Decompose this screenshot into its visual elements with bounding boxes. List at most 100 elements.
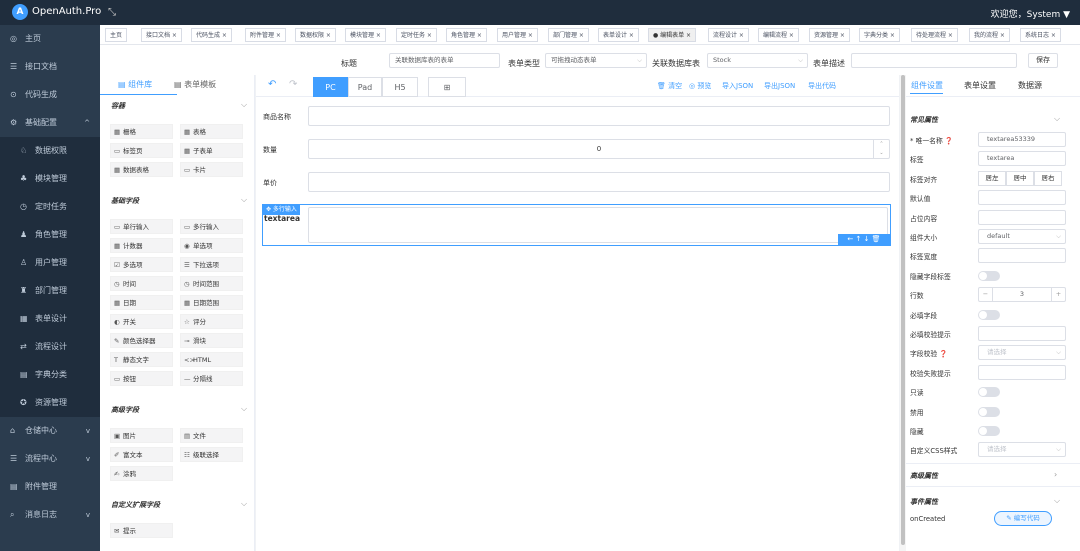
import-json-button[interactable]: 导入JSON [722,81,753,91]
prop-toggle[interactable] [978,426,1000,436]
tab-item[interactable]: 角色管理 × [446,28,487,42]
stepper-arrows-icon[interactable]: ⌃ ⌄ [873,140,889,158]
sidebar-item[interactable]: ⚙ 基础配置 ^ [0,109,100,137]
palette-item[interactable]: ◉ 单选项 [180,238,243,253]
minus-icon[interactable]: − [979,288,993,302]
device-pad-button[interactable]: Pad [348,77,382,97]
tab-item[interactable]: ● 编辑表单 × [648,28,697,42]
sidebar-item[interactable]: ♘ 数据权限 [0,137,100,165]
palette-item[interactable]: ⊸ 滑块 [180,333,243,348]
palette-item[interactable]: ▭ 多行输入 [180,219,243,234]
tab-item[interactable]: 编辑流程 × [758,28,799,42]
prop-toggle[interactable] [978,406,1000,417]
tab-item[interactable]: 附件管理 × [245,28,286,42]
export-json-button[interactable]: 导出JSON [764,81,795,91]
palette-item[interactable]: ☆ 评分 [180,314,243,329]
prop-select[interactable]: 请选择 ⌵ [978,345,1066,361]
palette-item[interactable]: ◷ 时间范围 [180,276,243,291]
sidebar-item[interactable]: ☰ 接口文档 [0,53,100,81]
prop-input[interactable] [978,209,1066,225]
sidebar-item[interactable]: ⌕ 消息日志 v [0,501,100,529]
textarea-input[interactable] [308,207,888,243]
sidebar-item[interactable]: ♜ 部门管理 [0,277,100,305]
chevron-down-icon[interactable]: ⌵ [1054,114,1060,124]
palette-item[interactable]: ▦ 子表单 [180,143,243,158]
chevron-down-icon[interactable]: ⌵ [1054,496,1060,506]
palette-item[interactable]: ☷ 级联选择 [180,447,243,462]
palette-item[interactable]: ◐ 开关 [110,314,173,329]
tab-item[interactable]: 表单设计 × [598,28,639,42]
palette-item[interactable]: ▭ 标签页 [110,143,173,158]
prop-input[interactable] [978,190,1066,206]
field-input-price[interactable] [308,172,890,192]
palette-item[interactable]: T 静态文字 [110,352,173,367]
palette-item[interactable]: ▤ 文件 [180,428,243,443]
palette-item[interactable]: ▭ 按钮 [110,371,173,386]
sidebar-item[interactable]: ☰ 流程中心 v [0,445,100,473]
tab-item[interactable]: 我的流程 × [969,28,1010,42]
palette-item[interactable]: ✐ 富文本 [110,447,173,462]
prop-input[interactable]: textarea [978,151,1066,167]
sidebar-item[interactable]: ♟ 角色管理 [0,221,100,249]
desc-input[interactable] [851,53,1017,68]
palette-item[interactable]: ◷ 时间 [110,276,173,291]
user-menu[interactable]: 欢迎您，System ▼ [991,7,1070,20]
field-input-name[interactable] [308,106,890,126]
palette-item[interactable]: <>HTML [180,352,243,367]
device-pc-button[interactable]: PC [313,77,348,97]
redo-icon[interactable]: ↷ [289,79,297,90]
write-code-button[interactable]: ✎ 编写代码 [994,510,1052,526]
palette-item[interactable]: ▭ 单行输入 [110,219,173,234]
tab-item[interactable]: 系统日志 × [1020,28,1061,42]
tab-item[interactable]: 数据权限 × [295,28,336,42]
tab-item[interactable]: 字典分类 × [859,28,900,42]
palette-item[interactable]: ✍ 涂鸦 [110,466,173,481]
palette-item[interactable]: ▣ 图片 [110,428,173,443]
chevron-down-icon[interactable]: ⌵ [241,499,247,509]
chevron-down-icon[interactable]: ⌵ [241,100,247,110]
chevron-right-icon[interactable]: › [1054,470,1057,479]
tab-form-templates[interactable]: ▤ 表单模板 [174,79,216,90]
palette-item[interactable]: ▦ 计数器 [110,238,173,253]
tab-item[interactable]: 模块管理 × [345,28,386,42]
palette-item[interactable]: ▦ 栅格 [110,124,173,139]
plus-icon[interactable]: + [1051,288,1065,302]
prop-toggle[interactable] [978,387,1000,398]
tab-item[interactable]: 部门管理 × [548,28,589,42]
selected-textarea-widget[interactable]: ✥ 多行输入 textarea ← ↑ ↓ 🗑 [262,204,891,246]
preview-button[interactable]: ◎ 预览 [689,81,711,91]
prop-input[interactable] [978,248,1066,264]
tab-component-library[interactable]: ▤ 组件库 [118,79,152,90]
tab-item[interactable]: 待处理流程 × [911,28,958,42]
rows-stepper[interactable]: − 3 + [978,287,1066,303]
align-option-button[interactable]: 居右 [1034,170,1062,186]
layout-icon[interactable]: ⊞ [428,77,466,97]
tab-item[interactable]: 用户管理 × [497,28,538,42]
prop-toggle[interactable] [978,309,1000,320]
tab-item[interactable]: 代码生成 × [191,28,232,42]
sidebar-item[interactable]: ◷ 定时任务 [0,193,100,221]
palette-item[interactable]: ▦ 数据表格 [110,162,173,177]
sidebar-item[interactable]: ▦ 表单设计 [0,305,100,333]
sidebar-item[interactable]: ⇄ 流程设计 [0,333,100,361]
sidebar-item[interactable]: ⊙ 代码生成 [0,81,100,109]
tab-form-settings[interactable]: 表单设置 [964,80,996,91]
prop-input[interactable] [978,326,1066,341]
prop-input[interactable]: textarea53339 [978,132,1066,147]
title-input[interactable]: 关联数据库表的表单 [389,53,500,68]
tab-item[interactable]: 流程设计 × [708,28,749,42]
export-code-button[interactable]: 导出代码 [808,81,836,91]
tab-component-settings[interactable]: 组件设置 [911,80,943,91]
tab-item[interactable]: 资源管理 × [809,28,850,42]
palette-item[interactable]: ▦ 表格 [180,124,243,139]
palette-item[interactable]: ▭ 卡片 [180,162,243,177]
tab-data-source[interactable]: 数据源 [1018,80,1042,91]
save-button[interactable]: 保存 [1028,53,1058,68]
prop-select[interactable]: default ⌵ [978,229,1066,244]
tab-item[interactable]: 主页 [105,28,128,42]
prop-input[interactable] [978,364,1066,380]
tab-item[interactable]: 定时任务 × [396,28,437,42]
palette-item[interactable]: ✎ 颜色选择器 [110,333,173,348]
prop-toggle[interactable] [978,270,1000,281]
scrollbar-thumb[interactable] [901,75,905,545]
